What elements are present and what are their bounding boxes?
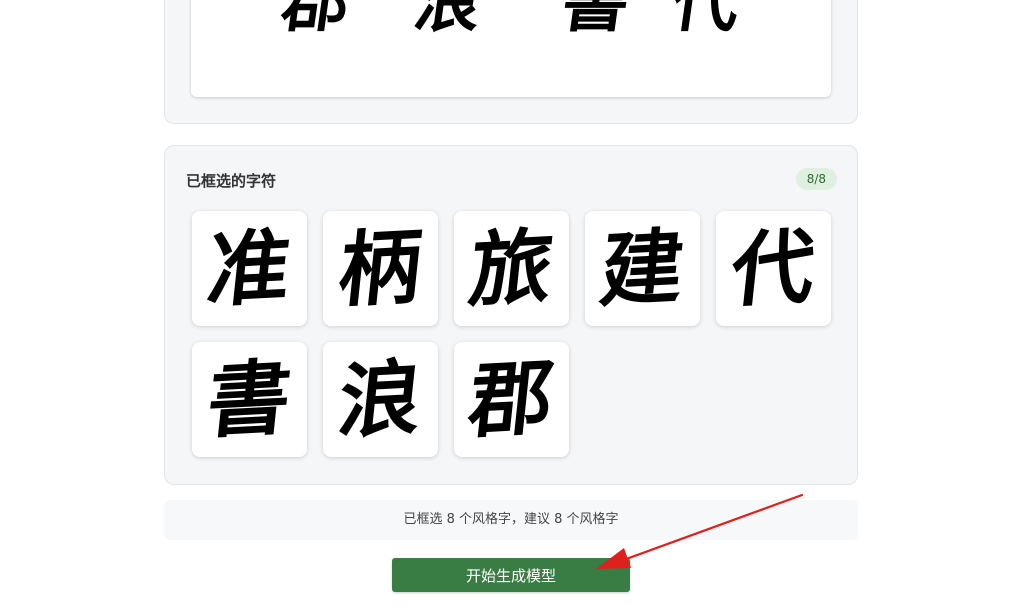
selection-hint: 已框选 8 个风格字，建议 8 个风格字 bbox=[164, 500, 858, 540]
character-glyph: 書 bbox=[203, 349, 296, 450]
character-glyph: 柄 bbox=[334, 218, 427, 319]
selected-characters-title: 已框选的字符 bbox=[186, 172, 277, 190]
generate-model-button[interactable]: 开始生成模型 bbox=[392, 558, 630, 592]
character-tile[interactable]: 建 bbox=[585, 211, 700, 326]
character-glyph: 旅 bbox=[465, 218, 558, 319]
character-glyph: 代 bbox=[727, 218, 820, 319]
selected-characters-card: 已框选的字符 8/8 准 柄 旅 建 代 書 浪 郡 bbox=[164, 145, 858, 485]
preview-char: 郡 bbox=[277, 0, 355, 41]
character-tile[interactable]: 旅 bbox=[454, 211, 569, 326]
preview-char: 書 bbox=[557, 0, 635, 41]
character-tile[interactable]: 書 bbox=[192, 342, 307, 457]
character-glyph: 建 bbox=[596, 218, 689, 319]
character-tile[interactable]: 柄 bbox=[323, 211, 438, 326]
count-badge: 8/8 bbox=[795, 168, 837, 190]
preview-card: 郡 浪 書 代 bbox=[164, 0, 858, 124]
preview-char: 代 bbox=[667, 0, 745, 41]
character-glyph: 郡 bbox=[465, 349, 558, 450]
character-tile[interactable]: 准 bbox=[192, 211, 307, 326]
character-glyph: 准 bbox=[203, 218, 296, 319]
character-tile[interactable]: 郡 bbox=[454, 342, 569, 457]
preview-char: 浪 bbox=[409, 0, 487, 41]
character-glyph: 浪 bbox=[334, 349, 427, 450]
character-tile[interactable]: 浪 bbox=[323, 342, 438, 457]
character-tile[interactable]: 代 bbox=[716, 211, 831, 326]
page: 郡 浪 書 代 已框选的字符 8/8 准 柄 旅 建 代 書 浪 郡 已框选 8… bbox=[0, 0, 1024, 610]
preview-chars: 郡 浪 書 代 bbox=[191, 0, 831, 43]
preview-canvas[interactable]: 郡 浪 書 代 bbox=[191, 0, 831, 97]
